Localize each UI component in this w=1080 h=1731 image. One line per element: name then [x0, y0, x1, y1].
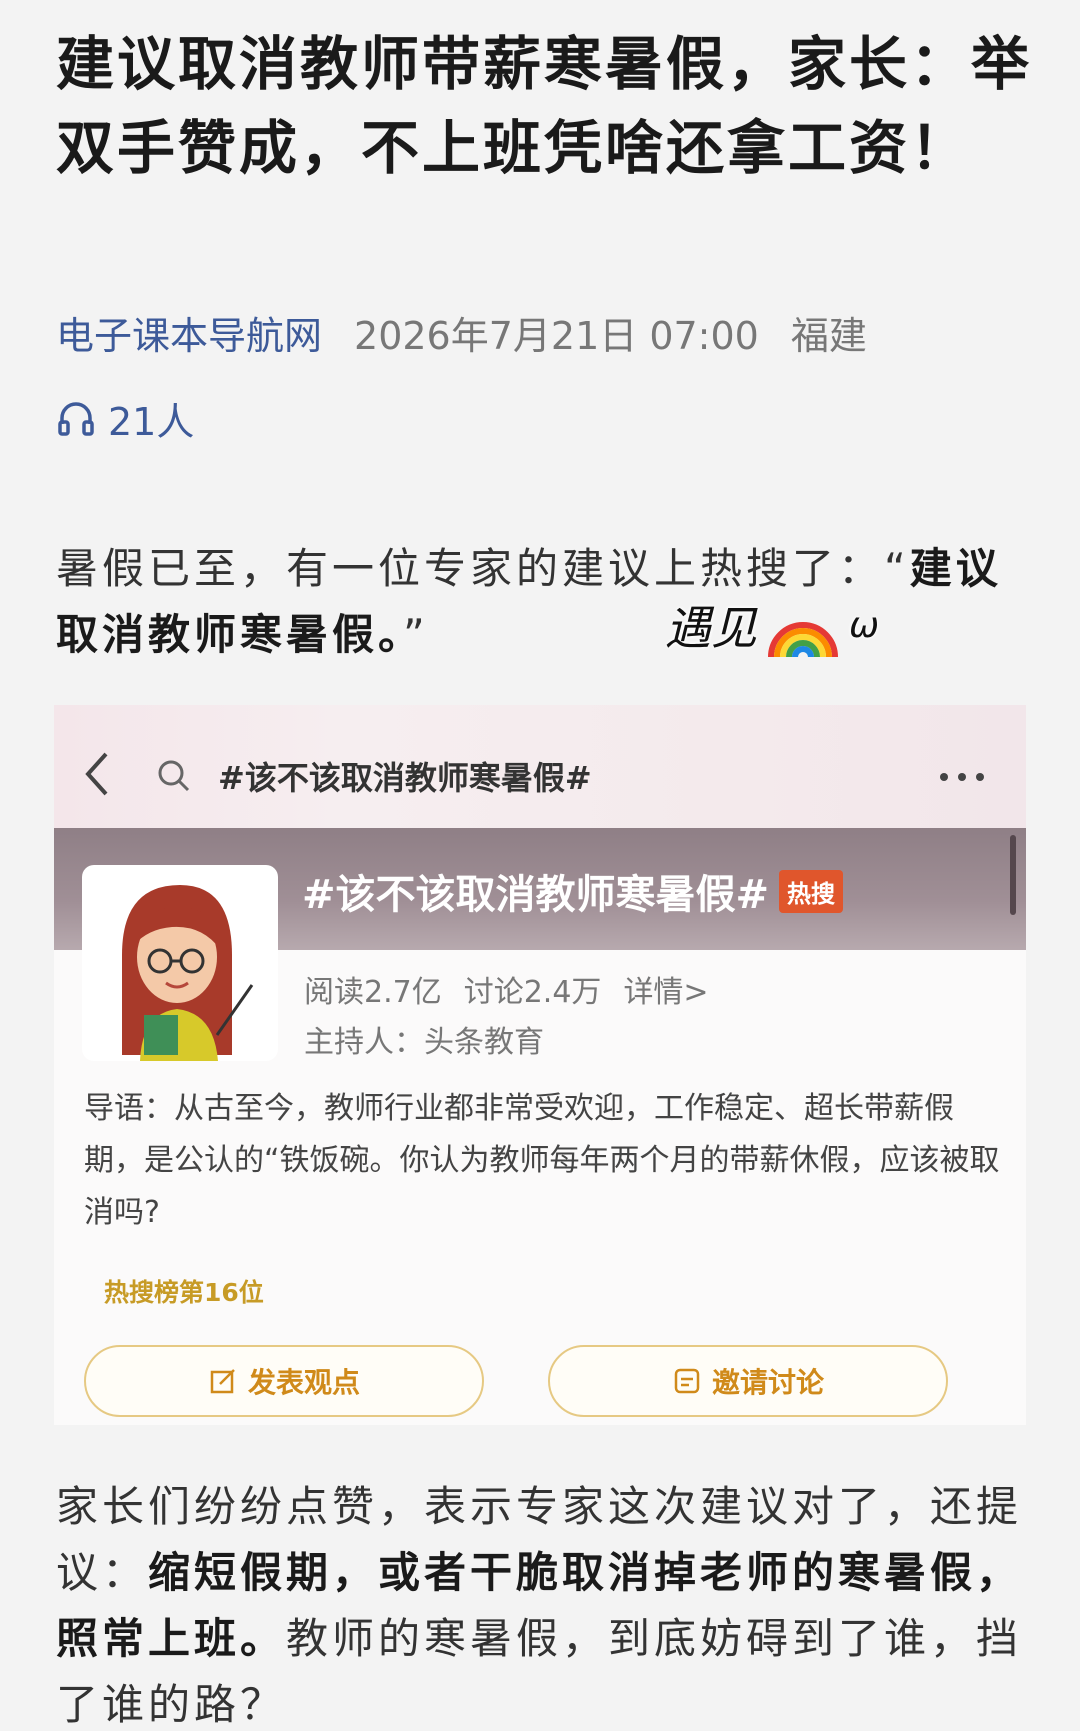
paragraph-2: 家长们纷纷点赞，表示专家这次建议对了，还提议：缩短假期，或者干脆取消掉老师的寒暑… — [56, 1474, 1026, 1731]
back-arrow-icon[interactable] — [82, 749, 112, 799]
teacher-illustration-icon — [122, 885, 254, 1061]
read-count: 阅读2.7亿 — [304, 975, 442, 1010]
topic-title: #该不该取消教师寒暑假# 热搜 — [302, 863, 844, 919]
more-icon[interactable] — [934, 767, 994, 787]
search-bar[interactable]: #该不该取消教师寒暑假# — [154, 747, 944, 805]
publish-date: 2026年7月21日 07:00 — [354, 314, 759, 358]
paragraph-1: 暑假已至，有一位专家的建议上热搜了：“建议取消教师寒暑假。” — [56, 536, 1026, 668]
discussion-count: 讨论2.4万 — [463, 975, 602, 1010]
edit-icon — [210, 1369, 235, 1394]
hot-rank: 热搜榜第16位 — [104, 1278, 264, 1307]
watermark-text: 遇见 — [665, 601, 757, 655]
embedded-screenshot: #该不该取消教师寒暑假# #该不该取消教师寒暑假# 热搜 阅读2.7亿 讨论2.… — [54, 705, 1026, 1425]
watermark-suffix: ω — [849, 604, 880, 646]
invite-icon — [674, 1368, 700, 1394]
search-icon — [158, 760, 190, 792]
article-meta: 电子课本导航网 2026年7月21日 07:00 福建 — [56, 308, 867, 364]
article-page: 建议取消教师带薪寒暑假，家长：举双手赞成，不上班凭啥还拿工资！ 电子课本导航网 … — [0, 0, 1080, 1731]
listen-button[interactable]: 21人 — [56, 390, 194, 446]
topic-title-text: #该不该取消教师寒暑假# — [302, 872, 770, 918]
listener-count: 21人 — [108, 399, 195, 444]
article-title: 建议取消教师带薪寒暑假，家长：举双手赞成，不上班凭啥还拿工资！ — [56, 30, 1033, 182]
user-watermark: 遇见 ω — [665, 585, 879, 665]
topic-stats: 阅读2.7亿 讨论2.4万 详情> — [304, 967, 709, 1013]
details-link[interactable]: 详情> — [623, 967, 708, 1013]
source-link[interactable]: 电子课本导航网 — [56, 308, 322, 364]
post-opinion-button[interactable]: 发表观点 — [84, 1345, 484, 1417]
invite-discussion-label: 邀请讨论 — [711, 1366, 824, 1399]
publish-location: 福建 — [790, 314, 867, 358]
invite-discussion-button[interactable]: 邀请讨论 — [548, 1345, 948, 1417]
topic-intro: 导语：从古至今，教师行业都非常受欢迎，工作稳定、超长带薪假期，是公认的“铁饭碗。… — [84, 1091, 1000, 1230]
post-opinion-label: 发表观点 — [247, 1366, 360, 1399]
hot-badge: 热搜 — [779, 869, 844, 913]
teacher-avatar — [82, 865, 278, 1061]
para1-end: ” — [403, 610, 429, 659]
rainbow-icon — [768, 622, 838, 658]
search-query: #该不该取消教师寒暑假# — [218, 759, 592, 797]
headphones-icon — [58, 402, 94, 436]
scrollbar[interactable] — [1010, 835, 1016, 915]
topic-host: 主持人：头条教育 — [304, 1025, 544, 1060]
